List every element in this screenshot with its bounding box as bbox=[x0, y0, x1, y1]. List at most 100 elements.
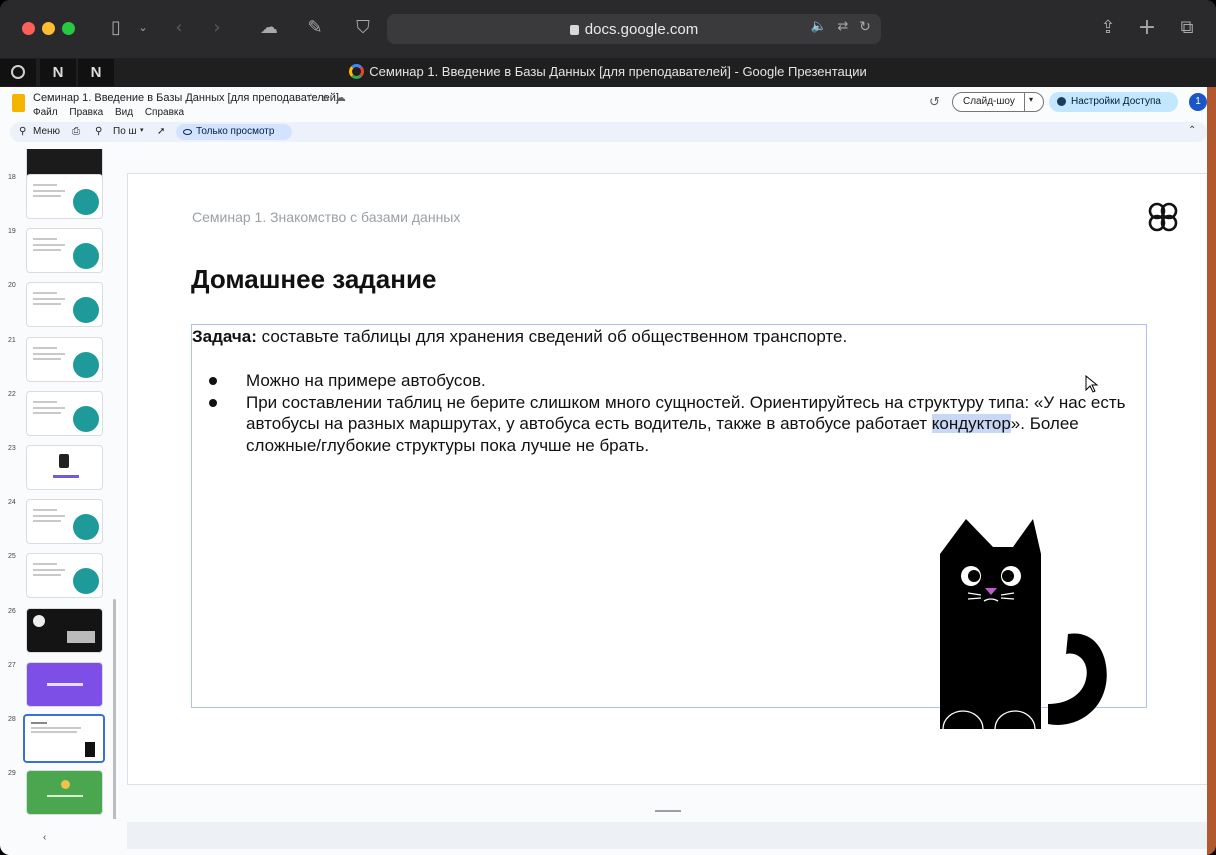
url-text: docs.google.com bbox=[584, 21, 699, 38]
view-only-badge[interactable]: Только просмотр bbox=[176, 124, 292, 140]
slide-thumbnail-20[interactable] bbox=[26, 282, 103, 327]
speaker-notes-handle[interactable] bbox=[655, 810, 681, 812]
slide-number: 29 bbox=[8, 770, 16, 777]
selected-text[interactable]: кондуктор bbox=[931, 414, 1011, 433]
avatar[interactable]: 1 bbox=[1189, 93, 1207, 111]
collapse-filmstrip-icon[interactable]: ‹ bbox=[43, 832, 46, 843]
background-window-edge bbox=[1207, 87, 1216, 855]
globe-icon bbox=[1057, 97, 1066, 106]
slide-number: 24 bbox=[8, 499, 16, 506]
slide-thumbnail-28[interactable] bbox=[23, 714, 105, 763]
google-slides-page: Семинар 1. Введение в Базы Данных [для п… bbox=[0, 87, 1210, 855]
mouse-cursor-icon bbox=[1085, 375, 1099, 393]
slide-number: 18 bbox=[8, 174, 16, 181]
share-icon[interactable]: ⇪ bbox=[1095, 16, 1121, 40]
bullet-dot bbox=[209, 398, 217, 407]
zoom-icon[interactable]: ⚲ bbox=[95, 126, 102, 137]
brain-logo-icon bbox=[1148, 202, 1178, 232]
slide-number: 23 bbox=[8, 445, 16, 452]
filmstrip-scrollbar[interactable] bbox=[113, 599, 116, 819]
share-label: Настройки Доступа bbox=[1071, 96, 1161, 107]
slide-number: 26 bbox=[8, 608, 16, 615]
speaker-icon[interactable]: 🔈 bbox=[806, 15, 832, 39]
slide-thumbnail-22[interactable] bbox=[26, 391, 103, 436]
active-tab[interactable]: Семинар 1. Введение в Базы Данных [для п… bbox=[0, 64, 1216, 79]
slide-number: 22 bbox=[8, 391, 16, 398]
back-icon[interactable]: ‹ bbox=[166, 16, 192, 40]
slide-number: 21 bbox=[8, 337, 16, 344]
task-label: Задача: bbox=[192, 327, 257, 346]
menu-help[interactable]: Справка bbox=[145, 107, 184, 118]
menu-edit[interactable]: Правка bbox=[69, 107, 103, 118]
tab-overview-icon[interactable]: ⧉ bbox=[1174, 16, 1200, 40]
slides-logo-icon[interactable] bbox=[12, 94, 25, 112]
star-icon[interactable]: ☆ bbox=[306, 91, 322, 104]
slideshow-label: Слайд-шоу bbox=[963, 96, 1015, 107]
slide-thumbnail-29[interactable] bbox=[26, 770, 103, 815]
zoom-select[interactable]: По ш bbox=[113, 126, 137, 137]
menu-view[interactable]: Вид bbox=[115, 107, 133, 118]
chevron-down-icon[interactable]: ⌄ bbox=[130, 16, 156, 40]
slideshow-button[interactable]: Слайд-шоу ▾ bbox=[952, 92, 1044, 112]
slide-number: 19 bbox=[8, 228, 16, 235]
new-tab-icon[interactable]: + bbox=[1134, 16, 1160, 40]
slide-subtitle: Семинар 1. Знакомство с базами данных bbox=[192, 209, 461, 225]
sidebar-icon[interactable]: ▯ bbox=[103, 16, 129, 40]
bullet-dot bbox=[209, 377, 217, 385]
speaker-notes-area[interactable] bbox=[127, 822, 1210, 849]
slideshow-divider bbox=[1024, 93, 1025, 111]
slide-filmstrip: 18 19 20 21 22 23 24 25 26 27 28 29 bbox=[0, 149, 118, 819]
search-icon[interactable]: ⚲ bbox=[19, 126, 26, 137]
address-bar[interactable]: docs.google.com 🔈 ⇄ ↻ bbox=[387, 14, 881, 44]
slide-heading: Домашнее задание bbox=[191, 264, 437, 294]
slide-thumbnail-18[interactable] bbox=[26, 174, 103, 219]
view-toolbar: ⚲ Меню ⎙ ⚲ По ш ▾ ➚ Только просмотр ⌃ bbox=[10, 122, 1207, 142]
list-item: При составлении таблиц не берите слишком… bbox=[192, 392, 1148, 457]
lock-icon bbox=[569, 25, 579, 35]
slide-number: 27 bbox=[8, 662, 16, 669]
close-window-button[interactable] bbox=[22, 22, 35, 35]
bullet-list: Можно на примере автобусов. При составле… bbox=[192, 370, 1148, 456]
task-text: составьте таблицы для хранения сведений … bbox=[256, 327, 848, 346]
collapse-toolbar-icon[interactable]: ⌃ bbox=[1188, 125, 1196, 136]
google-icon bbox=[349, 64, 365, 79]
tab-title-text: Семинар 1. Введение в Базы Данных [для п… bbox=[369, 64, 867, 79]
forward-icon[interactable]: › bbox=[204, 16, 230, 40]
cloud-icon[interactable]: ☁ bbox=[256, 16, 282, 40]
task-line: Задача: составьте таблицы для хранения с… bbox=[192, 327, 847, 347]
slide-thumbnail-27[interactable] bbox=[26, 662, 103, 707]
browser-window: ▯ ⌄ ‹ › ☁ ✎ ⛉ docs.google.com 🔈 ⇄ ↻ ⇪ + … bbox=[0, 0, 1216, 855]
chevron-down-icon[interactable]: ▾ bbox=[1029, 95, 1033, 104]
menu-search-label[interactable]: Меню bbox=[33, 126, 60, 137]
cat-illustration bbox=[940, 519, 1107, 729]
slide-thumbnail-19[interactable] bbox=[26, 228, 103, 273]
menu-file[interactable]: Файл bbox=[33, 107, 58, 118]
slide-number: 20 bbox=[8, 282, 16, 289]
reader-icon[interactable]: ✎ bbox=[302, 16, 328, 40]
minimize-window-button[interactable] bbox=[42, 22, 55, 35]
zoom-window-button[interactable] bbox=[62, 22, 75, 35]
shield-icon[interactable]: ⛉ bbox=[350, 16, 376, 40]
cloud-status-icon[interactable]: ☁ bbox=[335, 91, 352, 104]
select-cursor-icon[interactable]: ➚ bbox=[157, 126, 165, 137]
slide-thumbnail-24[interactable] bbox=[26, 499, 103, 544]
share-button[interactable]: Настройки Доступа bbox=[1049, 92, 1178, 112]
safari-toolbar: ▯ ⌄ ‹ › ☁ ✎ ⛉ docs.google.com 🔈 ⇄ ↻ ⇪ + … bbox=[0, 0, 1216, 58]
document-title[interactable]: Семинар 1. Введение в Базы Данных [для п… bbox=[33, 92, 339, 104]
slide-thumbnail-25[interactable] bbox=[26, 553, 103, 598]
history-icon[interactable]: ↺ bbox=[929, 95, 940, 110]
move-icon[interactable]: ⌂ bbox=[322, 91, 335, 104]
bullet-text: Можно на примере автобусов. bbox=[246, 371, 486, 390]
menu-bar: Файл Правка Вид Справка bbox=[33, 107, 193, 118]
slide-thumbnail-26[interactable] bbox=[26, 608, 103, 653]
slide-thumbnail-21[interactable] bbox=[26, 337, 103, 382]
slide-thumbnail-23[interactable] bbox=[26, 445, 103, 490]
chevron-down-icon[interactable]: ▾ bbox=[140, 126, 144, 134]
title-action-icons: ☆⌂☁ bbox=[306, 91, 352, 104]
list-item: Можно на примере автобусов. bbox=[192, 370, 1148, 392]
slide-canvas: Семинар 1. Знакомство с базами данных До… bbox=[127, 173, 1210, 785]
view-only-label: Только просмотр bbox=[196, 126, 275, 137]
print-icon[interactable]: ⎙ bbox=[72, 126, 80, 137]
reload-icon[interactable]: ↻ bbox=[852, 15, 878, 39]
slide-number: 28 bbox=[8, 716, 16, 723]
